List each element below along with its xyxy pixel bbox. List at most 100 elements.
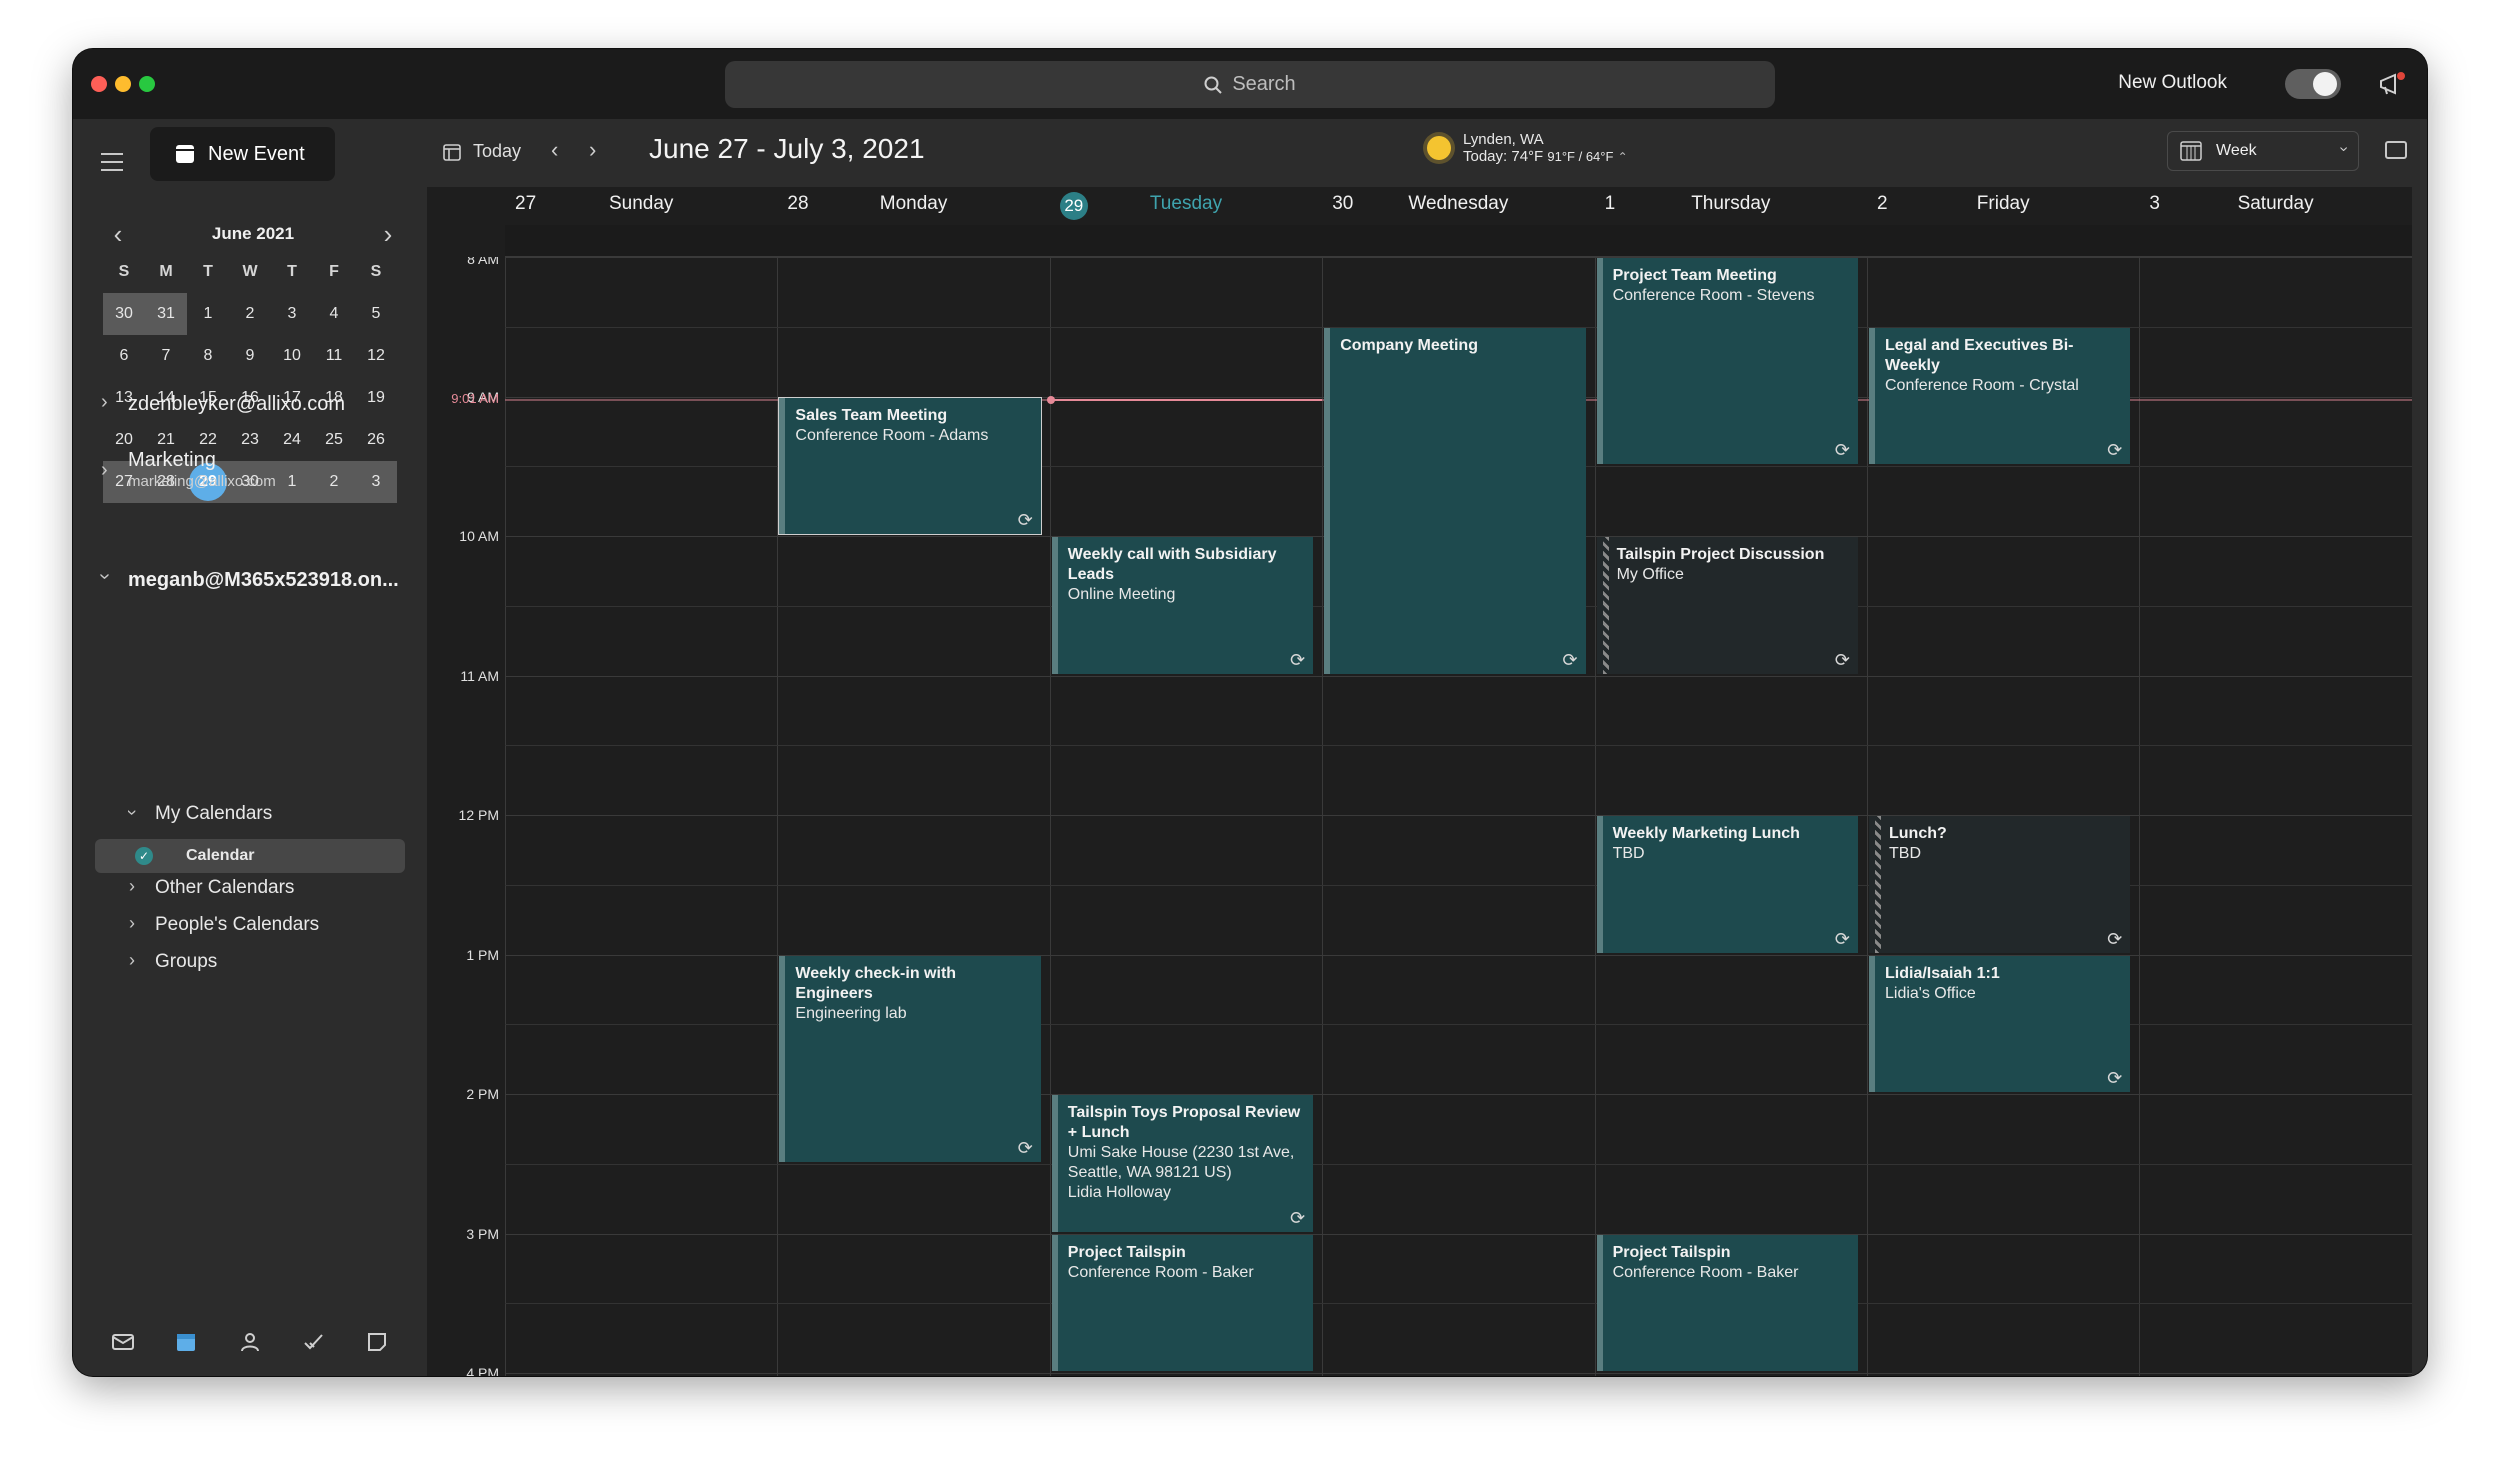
people-icon[interactable] [238,1330,262,1354]
day-name: Sunday [608,193,674,214]
event-location: Lidia Holloway [1067,1184,1171,1201]
calendar-event[interactable]: Weekly Marketing Lunch TBD ⟳ [1596,816,1858,953]
close-window-button[interactable] [91,76,107,92]
calendar-event[interactable]: Project Tailspin Conference Room - Baker [1596,1234,1858,1371]
account-marketing[interactable]: › Marketing marketing@allixo.com [73,449,427,499]
weekday-header: S [118,263,130,280]
event-location: Engineering lab [795,1004,907,1022]
side-panel-icon[interactable] [2385,141,2407,159]
new-event-button[interactable]: New Event [150,127,335,181]
module-switcher [73,1322,427,1362]
time-label: 12 PM [458,807,499,823]
weather-widget[interactable]: Lynden, WA Today: 74°F 91°F / 64°F ⌃ [1427,131,1628,165]
date-range-title[interactable]: June 27 - July 3, 2021 [649,133,925,165]
hour-line [505,1233,2412,1235]
current-time-line-today [1049,398,1323,401]
recurring-icon: ⟳ [1834,928,1850,949]
recurring-icon: ⟳ [1017,1137,1033,1158]
calendar-event[interactable]: Lidia/Isaiah 1:1 Lidia's Office ⟳ [1869,955,2131,1092]
recurring-icon: ⟳ [2107,440,2123,461]
recurring-icon: ⟳ [1290,1207,1306,1228]
time-label: 11 AM [460,667,499,684]
event-title: Project Tailspin [1612,1243,1731,1261]
mini-calendar-day[interactable]: 30 [103,293,145,335]
mini-calendar-day[interactable]: 7 [145,335,187,377]
mini-calendar-day[interactable]: 12 [355,335,397,377]
calendar-event[interactable]: Tailspin Toys Proposal Review + Lunch Umi… [1051,1095,1314,1232]
chevron-down-icon[interactable]: › [122,810,143,816]
mini-calendar-day[interactable]: 9 [229,335,271,377]
day-divider [1867,257,1868,1376]
new-event-label: New Event [208,142,305,165]
calendar-event[interactable]: Weekly check-in with Engineers Engineerin… [779,955,1041,1162]
day-name: Friday [1976,193,2030,214]
weekday-header: T [203,263,213,280]
account-zdenbleyker[interactable]: › zdenbleyker@allixo.com [73,391,427,431]
new-outlook-label: New Outlook [2118,72,2227,93]
account-meganb[interactable]: › meganb@M365x523918.on... [73,567,427,607]
time-label: 10 AM [459,528,499,544]
groups-group[interactable]: Groups [155,951,217,973]
day-header[interactable]: 2 Friday [1867,187,2139,225]
mail-icon[interactable] [111,1330,135,1354]
new-outlook-toggle[interactable] [2285,69,2341,99]
search-bar[interactable]: Search [725,61,1775,108]
day-header[interactable]: 1 Thursday [1595,187,1867,225]
calendar-event[interactable]: Company Meeting ⟳ [1324,327,1586,674]
minimize-window-button[interactable] [115,76,131,92]
chevron-right-icon[interactable]: › [129,913,135,934]
calendar-icon[interactable] [174,1330,198,1354]
prev-month-button[interactable]: ‹ [103,219,133,250]
day-header[interactable]: 27 Sunday [505,187,777,225]
menu-icon[interactable] [101,153,123,177]
my-calendars-group[interactable]: My Calendars [155,803,272,825]
calendar-event[interactable]: Project Team Meeting Conference Room - St… [1596,258,1858,465]
chevron-right-icon[interactable]: › [129,876,135,897]
event-title: Sales Team Meeting [795,406,948,424]
event-title: Legal and Executives Bi-Weekly [1885,336,2074,374]
account-name: meganb@M365x523918.on... [128,569,399,591]
mini-calendar-day[interactable]: 11 [313,335,355,377]
previous-week-button[interactable]: ‹ [551,137,558,163]
calendar-event[interactable]: Weekly call with Subsidiary Leads Online … [1051,537,1314,674]
calendar-event[interactable]: Lunch? TBD ⟳ [1869,816,2131,953]
mini-calendar-month: June 2021 [211,224,295,243]
tasks-icon[interactable] [302,1330,326,1354]
event-title: Company Meeting [1340,336,1478,354]
zoom-window-button[interactable] [139,76,155,92]
mini-calendar-day[interactable]: 2 [229,293,271,335]
calendar-event[interactable]: Project Tailspin Conference Room - Baker [1051,1234,1314,1371]
mini-calendar-day[interactable]: 1 [187,293,229,335]
time-label: 1 PM [466,946,499,963]
mini-calendar-day[interactable]: 31 [145,293,187,335]
other-calendars-group[interactable]: Other Calendars [155,877,294,899]
day-header[interactable]: 30 Wednesday [1322,187,1594,225]
megaphone-icon[interactable] [2377,69,2407,99]
calendar-event[interactable]: Sales Team Meeting Conference Room - Adam… [778,396,1042,535]
next-month-button[interactable]: › [373,219,403,250]
mini-calendar-day[interactable]: 5 [355,293,397,335]
day-header[interactable]: 29 Tuesday [1050,187,1322,225]
calendar-event[interactable]: Tailspin Project Discussion My Office ⟳ [1596,537,1858,674]
day-header[interactable]: 28 Monday [777,187,1049,225]
mini-calendar-day[interactable]: 10 [271,335,313,377]
next-week-button[interactable]: › [589,137,596,163]
day-header[interactable]: 3 Saturday [2139,187,2411,225]
all-day-row[interactable] [505,225,2412,257]
mini-calendar-day[interactable]: 3 [271,293,313,335]
mini-calendar-day[interactable]: 4 [313,293,355,335]
mini-calendar-day[interactable]: 8 [187,335,229,377]
notes-icon[interactable] [365,1330,389,1354]
peoples-calendars-group[interactable]: People's Calendars [155,914,319,936]
week-view-icon [2180,141,2202,161]
view-selector[interactable]: Week › [2167,131,2359,171]
weather-range: 91°F / 64°F [1547,149,1614,164]
chevron-right-icon[interactable]: › [129,950,135,971]
outlook-window: Search New Outlook New Event ‹ June 2021… [73,49,2427,1376]
check-icon[interactable]: ✓ [135,847,153,865]
calendar-event[interactable]: Legal and Executives Bi-Weekly Conference… [1869,327,2131,465]
mini-calendar-day[interactable]: 6 [103,335,145,377]
today-button[interactable]: Today [443,141,521,162]
time-label: 3 PM [466,1225,499,1242]
weekday-header: W [242,263,258,280]
